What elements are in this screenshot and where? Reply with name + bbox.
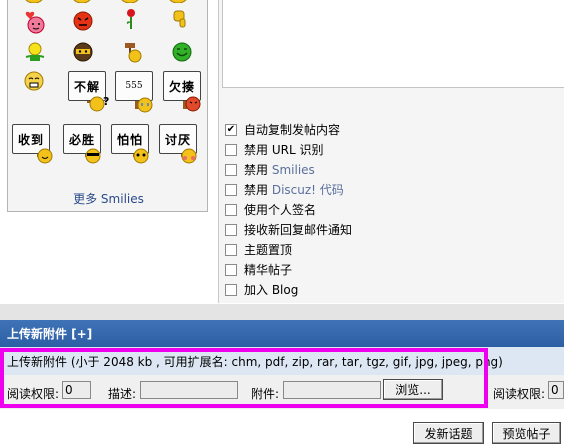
preview-post-button[interactable]: 预览帖子 (492, 422, 561, 444)
angry-smiley-icon[interactable] (72, 10, 94, 32)
option-label: URL 识别 (271, 143, 324, 157)
option-prefix: 禁用 (244, 163, 269, 177)
option-disable-discuz-code[interactable]: 禁用 Discuz! 代码 (225, 181, 344, 198)
discuz-code-help-link[interactable]: Discuz! 代码 (272, 181, 344, 198)
smilies-panel: 不解 ? 555 欠揍 收到 必胜 怕怕 讨厌 更多 Smilies (7, 0, 208, 212)
option-prefix: 禁用 (244, 183, 269, 197)
option-label: 接收新回复邮件通知 (244, 223, 353, 237)
option-digest[interactable]: 精华帖子 (225, 261, 292, 278)
option-label: 精华帖子 (244, 263, 293, 277)
smilies-column: 不解 ? 555 欠揍 收到 必胜 怕怕 讨厌 更多 Smilies (0, 0, 218, 303)
upload-section-header[interactable]: 上传新附件 [+] (0, 320, 564, 347)
scared-smiley-icon (133, 148, 149, 164)
disable-discuz-code-checkbox[interactable] (225, 183, 237, 196)
use-signature-checkbox[interactable] (225, 203, 237, 216)
option-auto-copy[interactable]: ✔ 自动复制发帖内容 (225, 121, 340, 138)
option-label: 加入 Blog (244, 283, 299, 297)
option-label: 自动复制发帖内容 (244, 123, 341, 137)
ninja-smiley-icon[interactable] (73, 42, 93, 62)
mad-smiley-icon (185, 96, 201, 112)
sob-smiley-icon (137, 97, 153, 113)
disable-smilies-checkbox[interactable] (225, 163, 237, 176)
smiley-icon-clipped-3[interactable] (120, 0, 140, 3)
auto-copy-checkbox[interactable]: ✔ (225, 123, 237, 136)
hammer-smiley-icon[interactable] (122, 41, 144, 63)
highlight-box (0, 348, 488, 408)
blush-smiley-icon (181, 148, 197, 164)
smiley-icon-clipped-1[interactable] (24, 0, 44, 3)
sticky-checkbox[interactable] (225, 243, 237, 256)
smiley-icon-clipped-2[interactable] (72, 0, 92, 3)
option-disable-smilies[interactable]: 禁用 Smilies (225, 161, 315, 178)
new-topic-button[interactable]: 发新话题 (413, 422, 484, 444)
option-label: 使用个人签名 (244, 203, 317, 217)
option-use-signature[interactable]: 使用个人签名 (225, 201, 316, 218)
svg-text:?: ? (103, 95, 109, 108)
option-prefix: 禁用 (244, 143, 269, 157)
smiley-icon-clipped-4[interactable] (168, 0, 188, 3)
heart-smiley-icon[interactable] (24, 10, 46, 34)
rose-icon[interactable] (123, 8, 139, 30)
email-notify-checkbox[interactable] (225, 223, 237, 236)
confused-smiley-icon: ? (89, 95, 109, 112)
green-dance-smiley-icon[interactable] (25, 42, 45, 64)
add-blog-checkbox[interactable] (225, 283, 237, 296)
option-email-notify[interactable]: 接收新回复邮件通知 (225, 221, 352, 238)
more-smilies-link[interactable]: 更多 Smilies (8, 190, 209, 207)
options-column: ✔ 自动复制发帖内容 禁用 URL 识别 禁用 Smilies 禁用 Discu… (218, 0, 564, 303)
disable-url-checkbox[interactable] (225, 143, 237, 156)
option-sticky[interactable]: 主题置顶 (225, 241, 292, 258)
crying-smiley-icon[interactable] (24, 71, 44, 91)
green-smile-icon[interactable] (172, 42, 192, 62)
section-gap (0, 304, 564, 320)
smilies-help-link[interactable]: Smilies (272, 163, 315, 177)
cool-smiley-icon (85, 148, 101, 164)
option-add-blog[interactable]: 加入 Blog (225, 281, 298, 298)
received-smiley-icon (37, 148, 53, 164)
form-footer: 发新话题 预览帖子 (0, 409, 564, 445)
thumbs-down-icon[interactable] (172, 9, 190, 29)
read-permission-label-2: 阅读权限: (493, 387, 546, 401)
option-label: 主题置顶 (244, 243, 293, 257)
read-permission-input-2[interactable]: 0 (548, 381, 564, 399)
digest-checkbox[interactable] (225, 263, 237, 276)
message-editor[interactable] (222, 0, 564, 88)
option-disable-url[interactable]: 禁用 URL 识别 (225, 141, 323, 158)
